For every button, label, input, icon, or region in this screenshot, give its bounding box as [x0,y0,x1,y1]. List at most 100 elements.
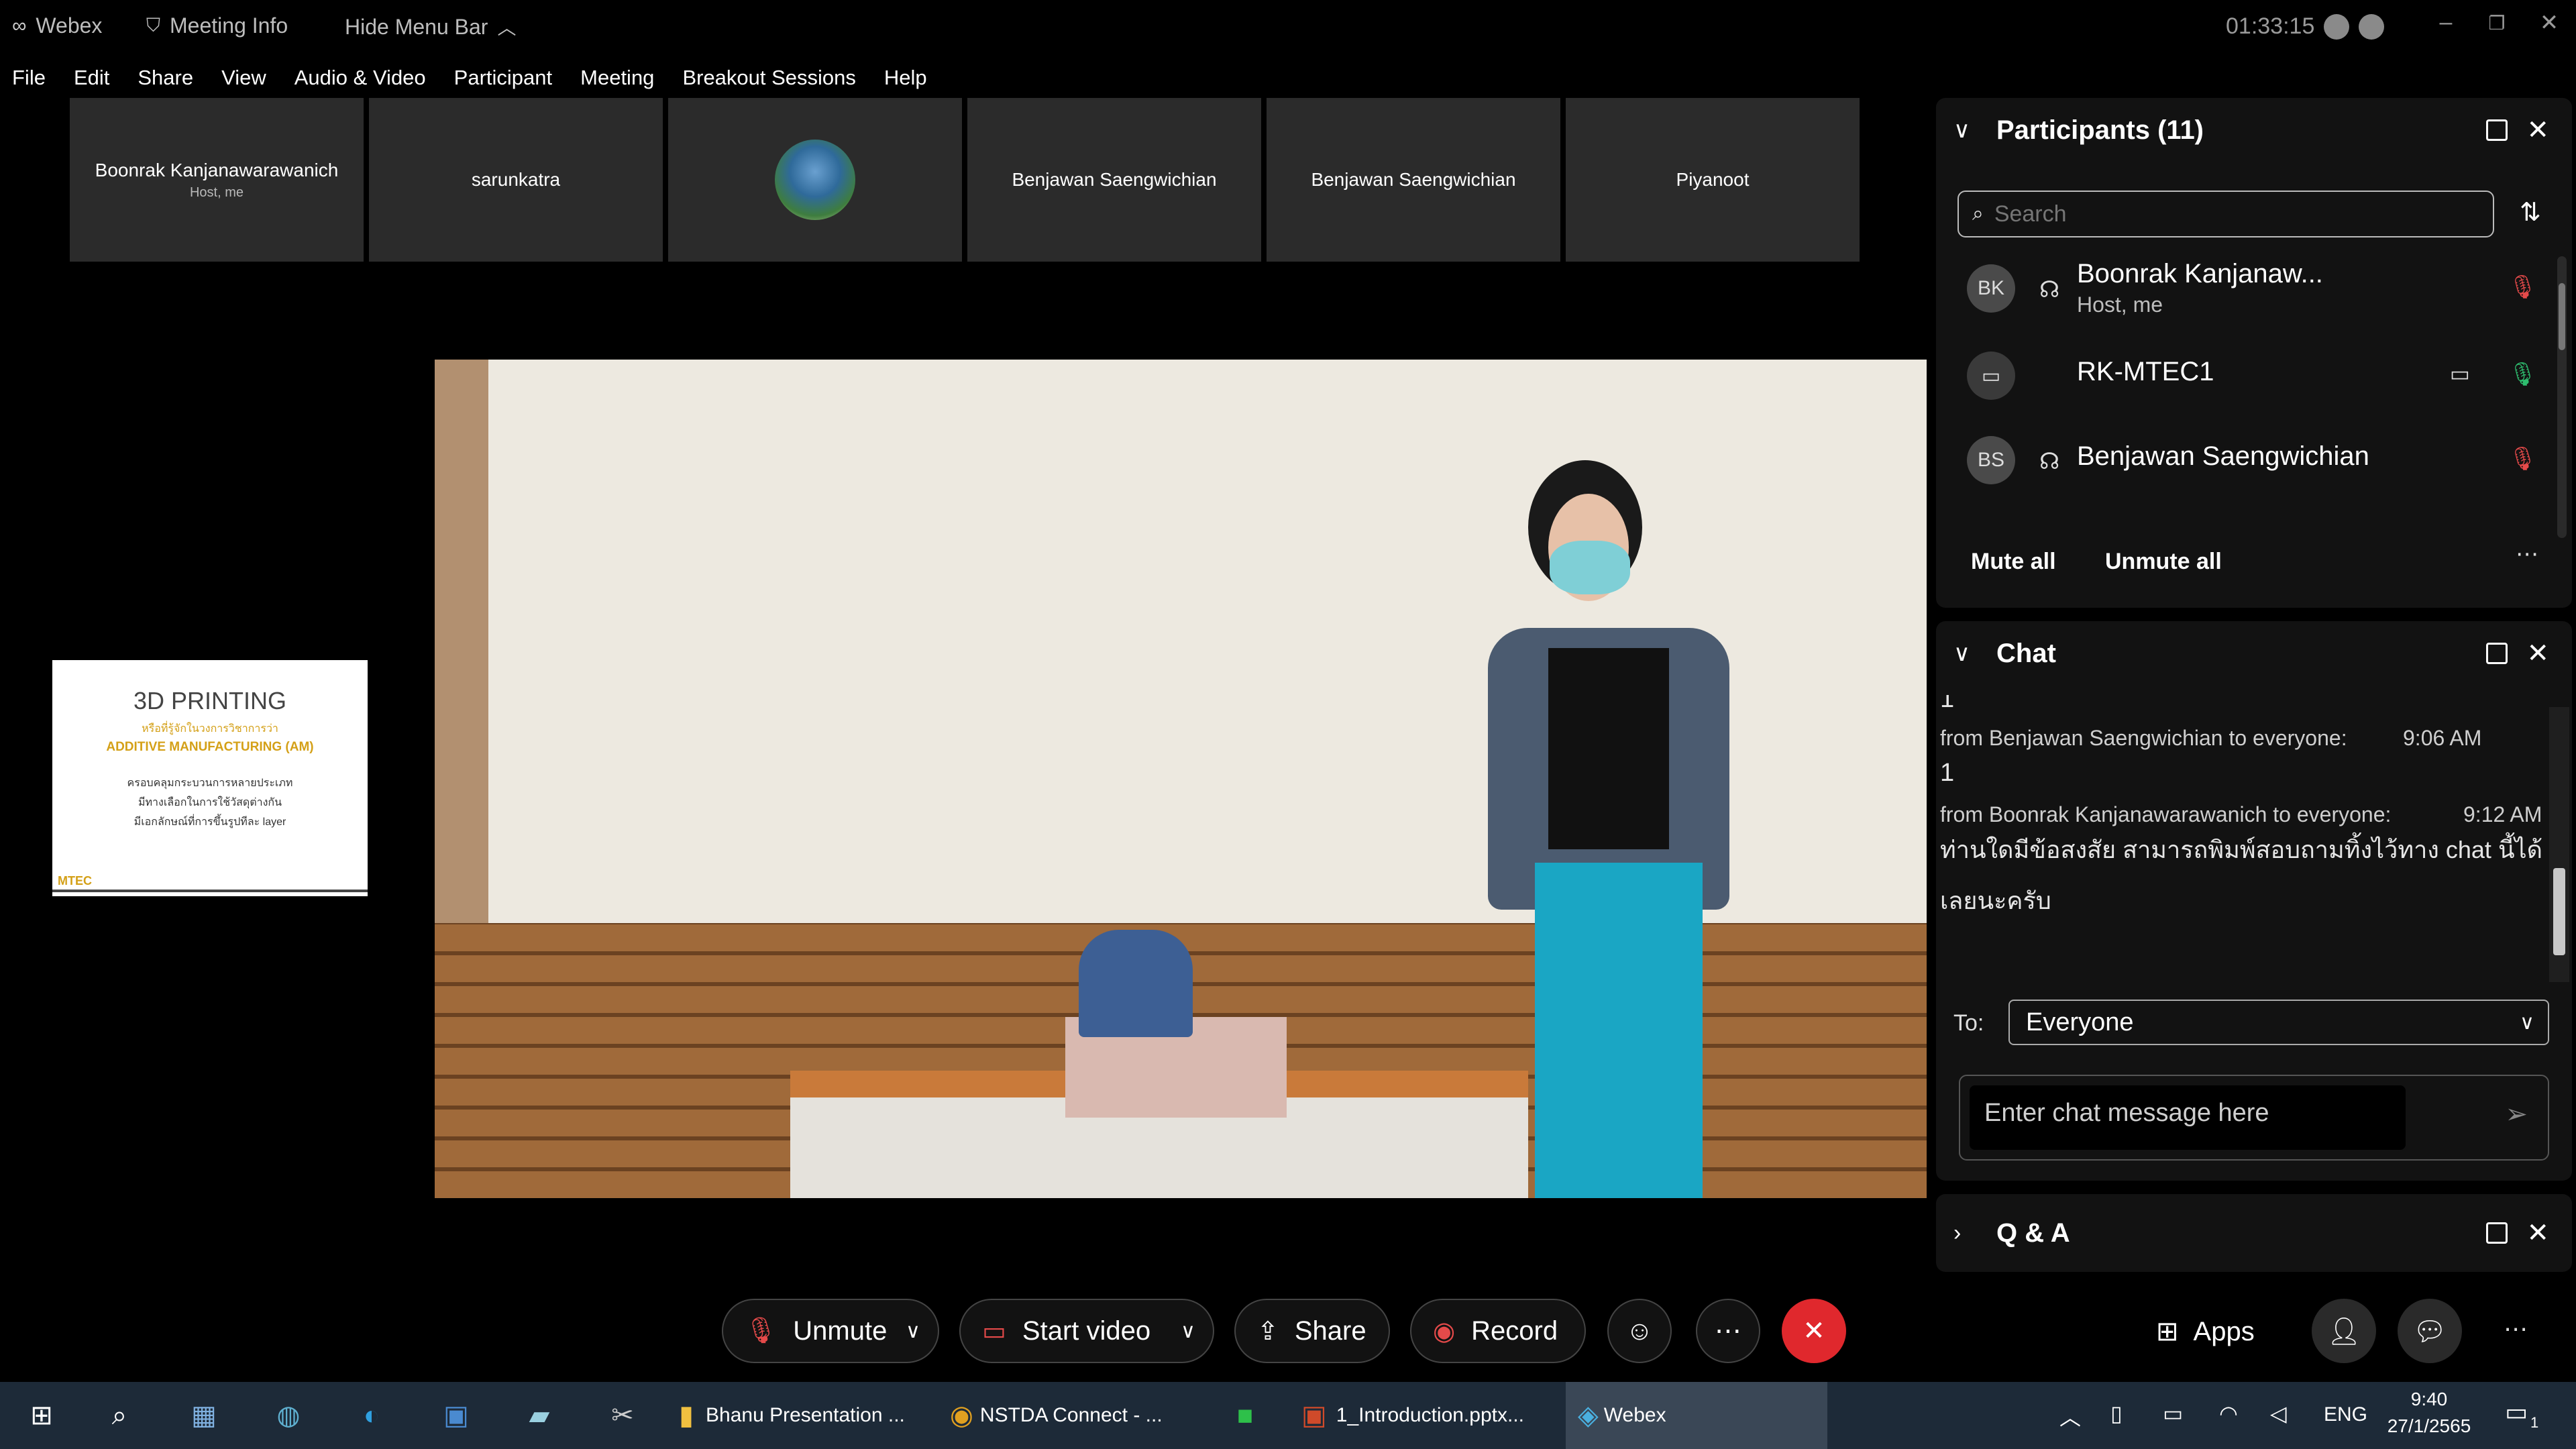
minimize-icon[interactable]: – [2426,9,2466,39]
participants-title: Participants (11) [1996,115,2204,145]
participant-row[interactable]: BS ☊ Benjawan Saengwichian 🎙︎ [1967,425,2537,492]
close-window-icon[interactable]: ✕ [2529,9,2569,39]
battery-icon[interactable]: ▭ [2163,1401,2183,1426]
app-icon[interactable]: ✂ [601,1394,644,1437]
participant-thumbnail[interactable]: Piyanoot [1566,98,1860,262]
search-input[interactable] [1994,201,2464,227]
unmute-button[interactable]: 🎙︎ Unmute ∨ [722,1299,939,1363]
leave-meeting-button[interactable]: ✕ [1782,1299,1846,1363]
chat-input[interactable]: Enter chat message here [1970,1085,2406,1150]
chat-message-text: 1 [1940,695,1955,713]
active-speaker-video[interactable] [435,360,1927,1198]
wifi-icon[interactable]: ◠ [2219,1401,2238,1426]
notification-icon[interactable]: ▭ [2505,1398,2528,1426]
popout-icon[interactable] [2486,643,2508,664]
participant-thumbnail[interactable] [668,98,962,262]
chevron-down-icon[interactable]: ∨ [906,1320,920,1343]
timer-text: 01:33:15 [2226,13,2315,39]
participant-thumbnail[interactable]: sarunkatra [369,98,663,262]
powerpoint-icon: ▣ [1301,1401,1327,1430]
participant-search[interactable]: ⌕ [1957,191,2494,237]
stats-icon[interactable] [2359,13,2385,40]
thumbnail-name: sarunkatra [471,169,561,190]
mute-all-button[interactable]: Mute all [1971,549,2056,575]
share-icon: ⇪ [1257,1317,1279,1346]
menu-meeting[interactable]: Meeting [580,66,654,90]
meeting-info-button[interactable]: ⛉ Meeting Info [146,13,288,38]
windows-start-icon[interactable]: ⊞ [20,1394,63,1437]
restore-icon[interactable]: ❐ [2477,12,2517,42]
more-panels-icon[interactable]: ⋯ [2504,1315,2528,1343]
tray-chevron-up-icon[interactable]: ︿ [2059,1401,2081,1432]
chevron-right-icon[interactable]: › [1953,1220,1961,1246]
scrollbar-thumb[interactable] [2559,283,2565,350]
calculator-icon[interactable]: ▦ [182,1394,225,1437]
more-button[interactable]: ⋯ [1696,1299,1760,1363]
hide-menu-bar-button[interactable]: Hide Menu Bar ︿ [345,13,516,40]
share-button[interactable]: ⇪ Share [1234,1299,1390,1363]
participant-thumbnail[interactable]: Boonrak Kanjanawarawanich Host, me [70,98,364,262]
close-icon[interactable]: ✕ [2526,115,2549,146]
record-button[interactable]: ◉ Record [1410,1299,1586,1363]
record-status-icon[interactable] [2324,13,2350,40]
taskbar-app-bhanu[interactable]: ▮ Bhanu Presentation ... [679,1382,934,1449]
clock[interactable]: 9:40 27/1/2565 [2385,1389,2473,1437]
recipient-select[interactable]: Everyone ∨ [2008,1000,2549,1045]
menu-view[interactable]: View [221,66,266,90]
app-icon[interactable]: ▰ [518,1394,561,1437]
menu-participant[interactable]: Participant [454,66,552,90]
taskbar-app-webex[interactable]: ◈ Webex [1566,1382,1827,1449]
mic-muted-icon[interactable]: 🎙︎ [2508,274,2537,301]
reactions-button[interactable]: ☺ [1607,1299,1672,1363]
apps-button[interactable]: ⊞ Apps [2156,1308,2255,1355]
participants-toggle-button[interactable]: 👤︎ [2312,1299,2376,1363]
close-icon[interactable]: ✕ [2526,638,2549,669]
participant-thumbnail[interactable]: Benjawan Saengwichian [967,98,1261,262]
chat-scrollbar[interactable] [2549,707,2569,982]
app-icon[interactable]: ◍ [267,1394,310,1437]
video-camera-icon[interactable]: ▭ [2450,361,2470,386]
chevron-down-icon[interactable]: ∨ [1181,1320,1195,1343]
unmute-all-button[interactable]: Unmute all [2105,549,2222,575]
input-language[interactable]: ENG [2324,1403,2367,1426]
volume-icon[interactable]: ◁ [2270,1401,2287,1426]
sort-icon[interactable]: ⇅ [2520,197,2541,227]
close-icon: ✕ [1803,1316,1825,1346]
shared-slide[interactable]: 3D PRINTING หรือที่รู้จักในวงการวิชาการว… [52,660,368,896]
start-video-button[interactable]: ▭ Start video ∨ [959,1299,1214,1363]
line-app-icon[interactable]: ■ [1224,1394,1267,1437]
participants-scrollbar[interactable] [2557,256,2567,538]
menu-audio-video[interactable]: Audio & Video [294,66,426,90]
menu-breakout-sessions[interactable]: Breakout Sessions [682,66,855,90]
slide-body: มีทางเลือกในการใช้วัสดุต่างกัน [138,797,282,808]
participant-row[interactable]: BK ☊ Boonrak Kanjanaw... Host, me 🎙︎ [1967,254,2537,321]
menu-file[interactable]: File [12,66,46,90]
participant-thumbnail[interactable]: Benjawan Saengwichian [1267,98,1560,262]
popout-icon[interactable] [2486,1222,2508,1244]
chrome-icon: ◉ [950,1401,973,1430]
slide-body: ครอบคลุมกระบวนการหลายประเภท [127,777,293,789]
menu-edit[interactable]: Edit [74,66,109,90]
menu-share[interactable]: Share [138,66,193,90]
mic-muted-icon[interactable]: 🎙︎ [2508,445,2537,472]
taskbar-app-nstda[interactable]: ◉ NSTDA Connect - ... [950,1382,1205,1449]
menu-help[interactable]: Help [884,66,927,90]
chevron-down-icon[interactable]: ∨ [1953,640,1970,667]
tray-app-icon[interactable]: ▯ [2110,1401,2123,1426]
app-icon[interactable]: ▣ [435,1394,478,1437]
search-icon[interactable]: ⌕ [98,1394,141,1437]
close-icon[interactable]: ✕ [2526,1218,2549,1248]
send-icon[interactable]: ➢ [2505,1099,2528,1130]
scrollbar-thumb[interactable] [2553,868,2565,955]
participant-row[interactable]: ▭ RK-MTEC1 ▭ 🎙︎ [1967,341,2537,408]
chevron-down-icon[interactable]: ∨ [1953,117,1970,144]
chat-input-box[interactable]: Enter chat message here ➢ [1959,1075,2549,1161]
mic-on-icon[interactable]: 🎙︎ [2508,361,2537,388]
edge-browser-icon[interactable]: ◐ [350,1394,393,1437]
popout-icon[interactable] [2486,119,2508,141]
more-icon: ⋯ [1715,1316,1741,1346]
taskbar-app-powerpoint[interactable]: ▣ 1_Introduction.pptx... [1301,1382,1556,1449]
chat-toggle-button[interactable]: 💬︎ [2398,1299,2462,1363]
more-options-icon[interactable]: ⋯ [2516,541,2538,568]
chat-messages: 1 from Benjawan Saengwichian to everyone… [1940,695,2544,936]
